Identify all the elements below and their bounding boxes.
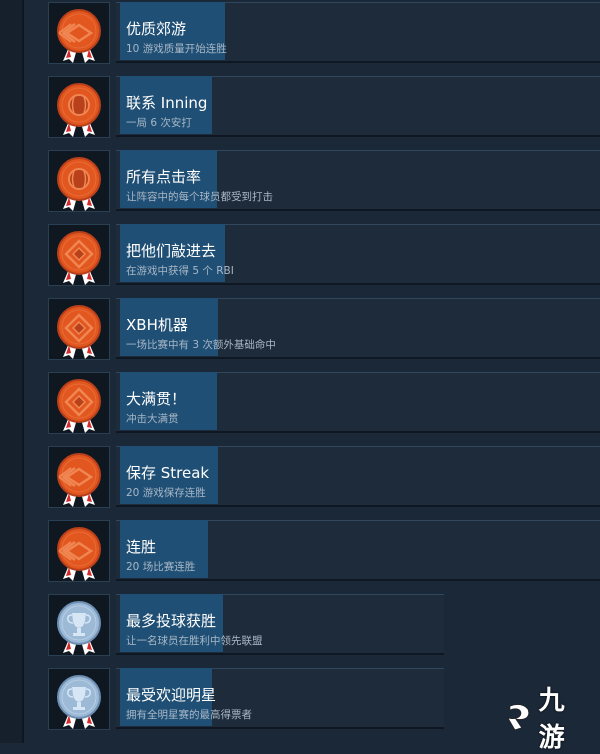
watermark: 九游 xyxy=(502,686,592,753)
achievement-description: 一场比赛中有 3 次额外基础命中 xyxy=(126,339,276,351)
achievement-description: 让一名球员在胜利中领先联盟 xyxy=(126,635,263,647)
achievement-title: 把他们敲进去 xyxy=(126,242,217,260)
orange-diamond-medal-icon xyxy=(48,298,110,360)
achievement-title: 保存 Streak xyxy=(126,464,210,482)
orange-baseball-medal-icon xyxy=(48,76,110,138)
achievement-description: 拥有全明星赛的最高得票者 xyxy=(126,709,252,721)
orange-baseball-medal-icon xyxy=(48,150,110,212)
achievement-row[interactable]: 把他们敲进去在游戏中获得 5 个 RBI xyxy=(24,222,600,296)
achievement-card: 最多投球获胜让一名球员在胜利中领先联盟 xyxy=(116,594,444,655)
jiuyou-logo-icon xyxy=(507,704,530,731)
silver-trophy-medal-icon xyxy=(48,594,110,656)
orange-chevron-medal-icon xyxy=(48,2,110,64)
achievement-title: 大满贯！ xyxy=(126,390,187,408)
achievement-row[interactable]: 大满贯！ 冲击大满贯 xyxy=(24,370,600,444)
achievement-title: 最多投球获胜 xyxy=(126,612,217,630)
achievement-title: 所有点击率 xyxy=(126,168,202,186)
achievement-title: 联系 Inning xyxy=(126,94,208,112)
achievement-row[interactable]: 所有点击率让阵容中的每个球员都受到打击 xyxy=(24,148,600,222)
achievement-row[interactable]: 连胜 20 场比赛连胜 xyxy=(24,518,600,592)
achievement-card: XBH机器一场比赛中有 3 次额外基础命中 xyxy=(116,298,600,359)
orange-diamond-medal-icon xyxy=(48,372,110,434)
achievement-description: 20 游戏保存连胜 xyxy=(126,487,206,499)
orange-chevron-medal-icon xyxy=(48,446,110,508)
left-sidebar-strip xyxy=(0,0,24,743)
orange-diamond-medal-icon xyxy=(48,224,110,286)
achievement-title: 优质郊游 xyxy=(126,20,187,38)
achievement-description: 一局 6 次安打 xyxy=(126,117,192,129)
achievement-card: 优质郊游 10 游戏质量开始连胜 xyxy=(116,2,600,63)
achievement-card: 保存 Streak 20 游戏保存连胜 xyxy=(116,446,600,507)
silver-trophy-medal-icon xyxy=(48,668,110,730)
achievement-row[interactable]: 保存 Streak 20 游戏保存连胜 xyxy=(24,444,600,518)
achievement-card: 最受欢迎明星拥有全明星赛的最高得票者 xyxy=(116,668,444,729)
achievement-card: 大满贯！ 冲击大满贯 xyxy=(116,372,600,433)
achievement-description: 在游戏中获得 5 个 RBI xyxy=(126,265,234,277)
achievement-row[interactable]: 最多投球获胜让一名球员在胜利中领先联盟 xyxy=(24,592,600,666)
achievement-row[interactable]: 联系 Inning 一局 6 次安打 xyxy=(24,74,600,148)
achievement-row[interactable]: 优质郊游 10 游戏质量开始连胜 xyxy=(24,0,600,74)
achievement-title: 连胜 xyxy=(126,538,157,556)
achievement-title: 最受欢迎明星 xyxy=(126,686,217,704)
orange-chevron-medal-icon xyxy=(48,520,110,582)
achievement-description: 让阵容中的每个球员都受到打击 xyxy=(126,191,273,203)
achievement-card: 把他们敲进去在游戏中获得 5 个 RBI xyxy=(116,224,600,285)
achievement-card: 连胜 20 场比赛连胜 xyxy=(116,520,600,581)
achievement-row[interactable]: XBH机器一场比赛中有 3 次额外基础命中 xyxy=(24,296,600,370)
achievement-description: 20 场比赛连胜 xyxy=(126,561,196,573)
achievement-description: 10 游戏质量开始连胜 xyxy=(126,43,227,55)
achievement-card: 联系 Inning 一局 6 次安打 xyxy=(116,76,600,137)
achievement-card: 所有点击率让阵容中的每个球员都受到打击 xyxy=(116,150,600,211)
achievement-title: XBH机器 xyxy=(126,316,188,334)
achievement-description: 冲击大满贯 xyxy=(126,413,179,425)
